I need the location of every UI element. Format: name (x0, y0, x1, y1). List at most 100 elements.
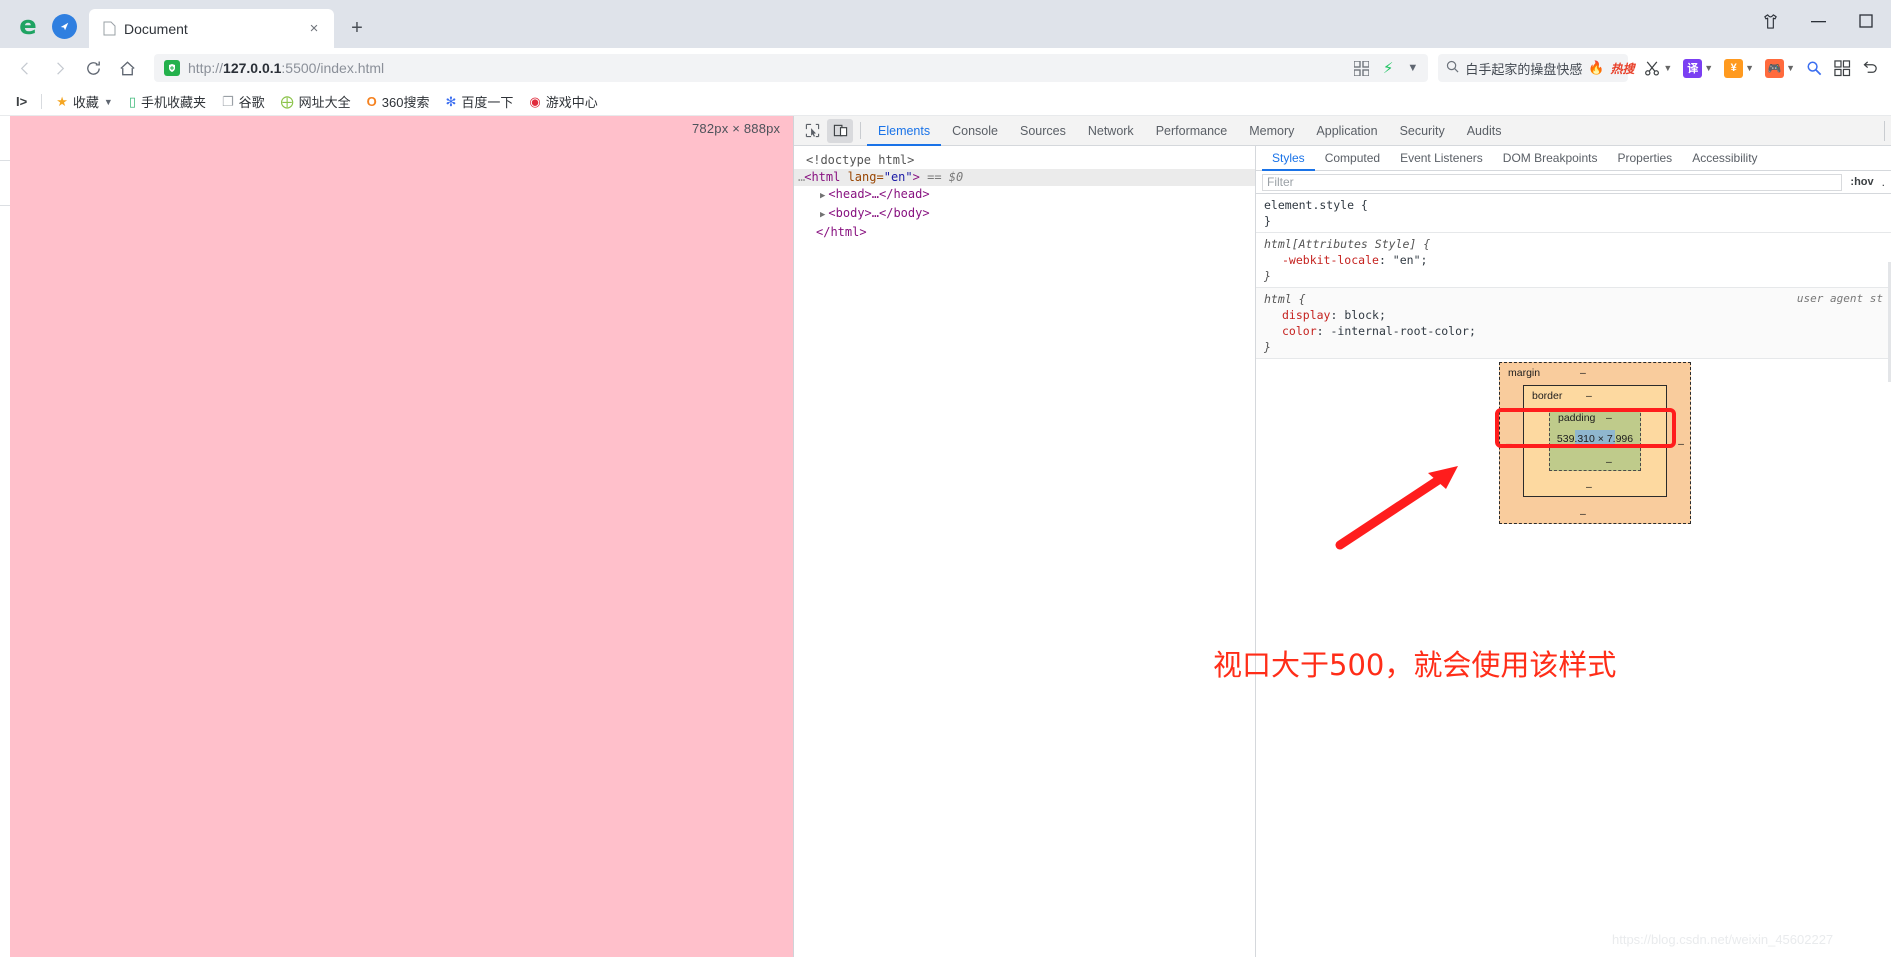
navigation-bar: http://127.0.0.1:5500/index.html ⚡ ▼ 白手起… (0, 48, 1891, 88)
border-top-value[interactable]: – (1586, 390, 1592, 402)
caret-down-icon[interactable]: ▼ (1704, 63, 1713, 73)
star-icon: ★ (56, 93, 68, 109)
dom-line-html[interactable]: …<html lang="en"> == $0 (794, 169, 1255, 186)
devtools-tabbar-end-separator (1884, 120, 1885, 141)
styles-tab-dom-breakpoints[interactable]: DOM Breakpoints (1493, 146, 1608, 171)
devtools-tab-security[interactable]: Security (1389, 116, 1456, 146)
flame-icon: 🔥 (1588, 60, 1605, 75)
styles-tab-styles[interactable]: Styles (1262, 146, 1315, 171)
caret-down-icon[interactable]: ▼ (104, 97, 113, 107)
url-rest: :5500/index.html (281, 60, 385, 76)
lightning-icon[interactable]: ⚡ (1383, 59, 1394, 77)
scissors-tool[interactable]: ▼ (1640, 53, 1676, 83)
devtools-tab-memory[interactable]: Memory (1238, 116, 1305, 146)
bookmarks-separator (41, 94, 43, 109)
coupon-tool[interactable]: ¥ ▼ (1720, 53, 1758, 83)
undo-tool[interactable] (1858, 53, 1883, 83)
bookmark-item-favorites[interactable]: ★ 收藏 ▼ (48, 92, 121, 111)
bookmark-item-google[interactable]: ❐ 谷歌 (214, 92, 273, 111)
devtools-tab-console[interactable]: Console (941, 116, 1009, 146)
caret-down-icon[interactable]: ▼ (1663, 63, 1672, 73)
maximize-button[interactable] (1855, 10, 1877, 32)
inspect-element-icon[interactable] (799, 119, 825, 143)
devtools-tab-network[interactable]: Network (1077, 116, 1145, 146)
device-toolbar-icon[interactable] (827, 118, 853, 143)
forward-button[interactable] (42, 51, 76, 85)
html-close-text: </html> (816, 225, 867, 239)
css-declaration[interactable]: color: -internal-root-color; (1264, 323, 1883, 339)
border-bottom-value[interactable]: – (1586, 481, 1592, 493)
tab-title: Document (124, 20, 188, 37)
margin-bottom-value[interactable]: – (1580, 508, 1586, 520)
chevron-down-icon[interactable]: ▼ (1407, 62, 1418, 74)
html-lang-attr: lang= (840, 170, 884, 184)
styles-tab-computed[interactable]: Computed (1315, 146, 1390, 171)
html-lang-value: "en" (883, 170, 913, 184)
caret-down-icon[interactable]: ▼ (1745, 63, 1754, 73)
browser-tab-document[interactable]: Document × (89, 9, 334, 48)
minimize-button[interactable] (1807, 10, 1829, 32)
apps-grid-tool[interactable] (1830, 53, 1855, 83)
bookmark-item-gamecenter[interactable]: ◉ 游戏中心 (521, 92, 605, 111)
page-icon: ❐ (221, 93, 234, 109)
devtools-tab-performance[interactable]: Performance (1145, 116, 1239, 146)
title-bar: e Document × + (0, 0, 1891, 48)
hov-toggle[interactable]: :hov (1850, 176, 1873, 188)
search-input[interactable]: 白手起家的操盘快感 (1465, 59, 1582, 78)
reload-button[interactable] (76, 51, 110, 85)
translate-tool[interactable]: 译 ▼ (1679, 53, 1717, 83)
dom-tree[interactable]: <!doctype html> …<html lang="en"> == $0 … (794, 146, 1256, 957)
bookmark-item-mobile-favorites[interactable]: ▯ 手机收藏夹 (121, 92, 214, 111)
url-host: 127.0.0.1 (223, 60, 282, 76)
css-rules-list: element.style { } html[Attributes Style]… (1256, 194, 1891, 359)
devtools-tab-application[interactable]: Application (1305, 116, 1388, 146)
search-box[interactable]: 白手起家的操盘快感 🔥 热搜 (1438, 54, 1635, 82)
caret-down-icon[interactable]: ▼ (1786, 63, 1795, 73)
bookmark-item-360search[interactable]: O 360搜索 (359, 92, 438, 111)
magnifier-tool[interactable] (1802, 53, 1827, 83)
css-declaration[interactable]: display: block; (1264, 307, 1883, 323)
devtools-tab-elements[interactable]: Elements (867, 116, 941, 146)
compass-icon[interactable] (52, 13, 77, 39)
shield-yen-icon: ¥ (1724, 58, 1744, 78)
css-rule-attributes-style[interactable]: html[Attributes Style] { -webkit-locale:… (1256, 233, 1891, 288)
bookmark-label: 360搜索 (381, 95, 430, 110)
window-controls (1759, 0, 1891, 48)
dom-line-head[interactable]: ▶ <head>…</head> (794, 186, 1255, 205)
padding-bottom-value[interactable]: – (1606, 456, 1612, 468)
qr-code-icon[interactable] (1353, 60, 1369, 76)
css-rule-html-ua[interactable]: html { user agent st display: block; col… (1256, 288, 1891, 359)
expand-triangle-icon[interactable]: ▶ (820, 210, 825, 220)
paw-icon: ✻ (445, 93, 457, 109)
edge-logo-icon: e (19, 11, 37, 41)
bookmark-label: 网址大全 (298, 95, 351, 110)
css-property: display (1282, 308, 1331, 322)
bookmark-item-baidu[interactable]: ✻ 百度一下 (438, 92, 522, 111)
browser-window: e Document × + http://127.0.0.1:5500/ind… (0, 0, 1891, 957)
page-viewport[interactable] (10, 116, 793, 957)
theme-tshirt-icon[interactable] (1759, 10, 1781, 32)
margin-right-value[interactable]: – (1678, 438, 1684, 450)
address-bar[interactable]: http://127.0.0.1:5500/index.html ⚡ ▼ (154, 54, 1429, 82)
dom-line-body[interactable]: ▶ <body>…</body> (794, 205, 1255, 224)
magnifier-icon (1807, 61, 1822, 75)
tab-close-icon[interactable]: × (304, 19, 324, 39)
game-tool[interactable]: 🎮 ▼ (1761, 53, 1799, 83)
styles-tab-accessibility[interactable]: Accessibility (1682, 146, 1767, 171)
bookmark-item-hao123[interactable]: ⨁ 网址大全 (273, 92, 359, 111)
new-tab-button[interactable]: + (340, 11, 374, 45)
styles-tab-event-listeners[interactable]: Event Listeners (1390, 146, 1493, 171)
page-icon (103, 21, 116, 36)
cls-toggle[interactable]: . (1882, 175, 1885, 189)
bookmark-toggle-icon[interactable]: I> (8, 94, 35, 109)
home-button[interactable] (110, 51, 144, 85)
styles-filter-input[interactable]: Filter (1262, 173, 1843, 191)
css-declaration[interactable]: -webkit-locale: "en"; (1264, 252, 1883, 268)
css-rule-element-style[interactable]: element.style { } (1256, 194, 1891, 233)
devtools-tab-audits[interactable]: Audits (1456, 116, 1513, 146)
styles-tab-properties[interactable]: Properties (1607, 146, 1682, 171)
back-button[interactable] (8, 51, 42, 85)
devtools-tab-sources[interactable]: Sources (1009, 116, 1077, 146)
expand-triangle-icon[interactable]: ▶ (820, 191, 825, 201)
margin-top-value[interactable]: – (1580, 367, 1586, 379)
